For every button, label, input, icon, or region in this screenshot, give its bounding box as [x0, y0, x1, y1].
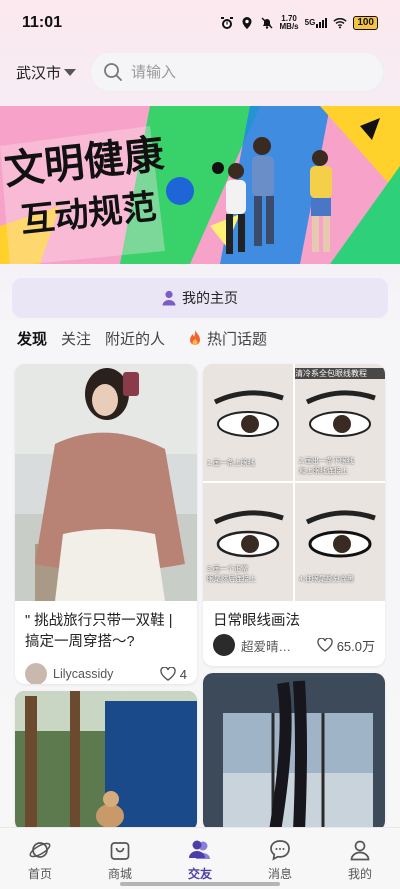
post-caption: " 挑战旅行只带一双鞋 | 搞定一周穿搭～?	[25, 613, 173, 650]
feed-card[interactable]	[203, 673, 385, 831]
like-count: 65.0万	[336, 638, 375, 654]
wifi-icon	[333, 18, 347, 29]
my-homepage-label: 我的主页	[182, 290, 238, 306]
person-icon	[162, 290, 176, 306]
step-label: 2.画出一条下眼线 和上眼线连接上	[299, 458, 354, 475]
search-icon	[104, 63, 122, 81]
avatar[interactable]	[213, 634, 235, 656]
post-meta: 超爱晴… 65.0万	[203, 634, 385, 656]
battery-indicator: 100	[353, 16, 378, 30]
feed-tabs: 发现 关注 附近的人 热门话题	[17, 326, 267, 350]
step-label: 4.往眼尾部分涂黑	[299, 576, 354, 583]
feed-card[interactable]	[15, 691, 197, 831]
bottom-navigation: 首页 商城 交友 消息 我的	[0, 827, 400, 889]
top-header: 武汉市	[0, 52, 400, 92]
nav-me[interactable]: 我的	[320, 828, 400, 889]
post-meta: Lilycassidy 4	[15, 663, 197, 684]
step-label: 3.画一个正常 眼尾然后连接上	[207, 566, 256, 583]
heart-icon	[316, 638, 333, 652]
mute-bell-icon	[261, 17, 273, 29]
feed-card[interactable]: 清冷系全包眼线教程 1.画一条上眼线 2.画出一条下眼线 和上眼线连接上 3.画…	[203, 364, 385, 666]
status-bar: 11:01 1.70 MB/s 5G 100	[0, 0, 400, 46]
flame-icon	[190, 330, 201, 345]
location-icon	[242, 17, 252, 29]
tab-hot-topics[interactable]: 热门话题	[187, 328, 267, 349]
post-image: 清冷系全包眼线教程 1.画一条上眼线 2.画出一条下眼线 和上眼线连接上 3.画…	[203, 364, 385, 601]
shopping-bag-icon	[110, 842, 130, 860]
city-name: 武汉市	[16, 64, 62, 82]
network-speed: 1.70 MB/s	[279, 14, 299, 31]
search-input[interactable]	[131, 63, 330, 81]
caret-down-icon	[64, 68, 77, 76]
home-indicator[interactable]	[120, 882, 280, 886]
post-image	[15, 364, 197, 601]
nav-mall[interactable]: 商城	[80, 828, 160, 889]
banner-artwork: 文明健康 互动规范	[0, 106, 400, 264]
people-icon	[189, 840, 210, 859]
tab-nearby[interactable]: 附近的人	[105, 328, 165, 349]
hot-topics-label: 热门话题	[207, 330, 268, 348]
planet-icon	[29, 842, 51, 858]
tab-discover[interactable]: 发现	[17, 328, 47, 349]
chat-bubble-icon	[270, 840, 290, 861]
status-icons: 1.70 MB/s 5G 100	[220, 15, 378, 31]
like-button[interactable]: 4	[160, 667, 187, 682]
heart-icon	[160, 667, 176, 681]
feed-card[interactable]: " 挑战旅行只带一双鞋 | 搞定一周穿搭～? Lilycassidy 4	[15, 364, 197, 684]
alarm-icon	[220, 17, 233, 29]
nav-messages[interactable]: 消息	[240, 828, 320, 889]
tab-following[interactable]: 关注	[61, 328, 91, 349]
image-title: 清冷系全包眼线教程	[295, 368, 385, 379]
nav-friends[interactable]: 交友	[160, 828, 240, 889]
city-selector[interactable]: 武汉市	[16, 62, 86, 83]
nav-home[interactable]: 首页	[0, 828, 80, 889]
my-homepage-button[interactable]: 我的主页	[12, 278, 388, 318]
status-time: 11:01	[22, 14, 63, 31]
post-image	[203, 673, 385, 831]
signal-indicator: 5G	[305, 18, 328, 28]
avatar[interactable]	[25, 663, 47, 684]
author-name[interactable]: 超爱晴…	[241, 636, 317, 655]
post-image	[15, 691, 197, 831]
search-bar[interactable]	[90, 52, 384, 92]
post-caption: 日常眼线画法	[213, 613, 300, 629]
author-name[interactable]: Lilycassidy	[53, 667, 160, 681]
like-button[interactable]: 65.0万	[316, 636, 375, 655]
profile-icon	[350, 840, 370, 861]
like-count: 4	[179, 666, 187, 682]
promo-banner[interactable]: 文明健康 互动规范	[0, 106, 400, 264]
step-label: 1.画一条上眼线	[207, 460, 255, 467]
